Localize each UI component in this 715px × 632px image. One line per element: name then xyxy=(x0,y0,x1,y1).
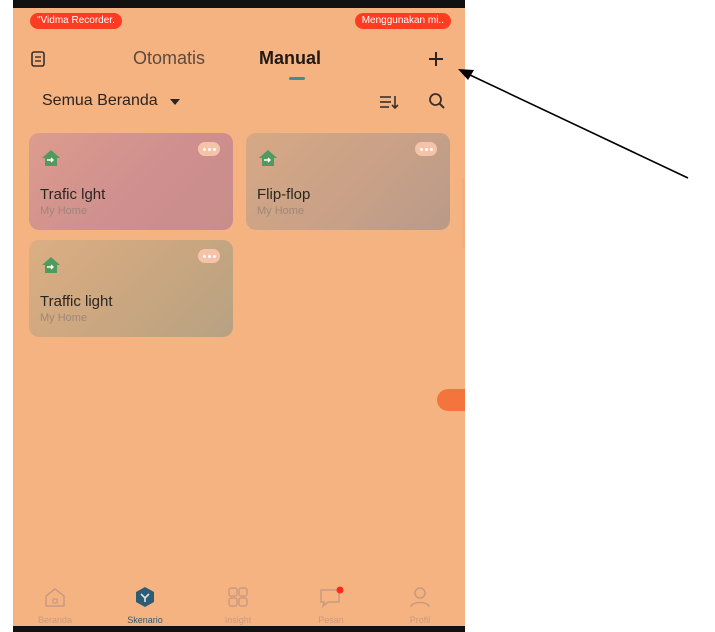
scene-card[interactable]: Trafic lght My Home xyxy=(29,133,233,230)
recording-indicator[interactable]: "Vidma Recorder. xyxy=(30,13,122,29)
more-options-icon[interactable] xyxy=(415,142,437,156)
scene-title: Traffic light xyxy=(40,293,113,310)
tab-otomatis[interactable]: Otomatis xyxy=(133,48,205,69)
home-filter-dropdown[interactable]: Semua Beranda xyxy=(42,92,181,110)
floating-recorder-button[interactable] xyxy=(437,389,465,411)
active-tab-indicator xyxy=(289,77,305,80)
nav-item-skenario[interactable]: Skenario xyxy=(110,586,180,625)
scene-card[interactable]: Flip-flop My Home xyxy=(246,133,450,230)
home-icon xyxy=(45,588,65,607)
profile-icon xyxy=(410,587,430,608)
nav-label: Skenario xyxy=(127,615,163,625)
scene-location: My Home xyxy=(40,312,88,324)
tab-manual[interactable]: Manual xyxy=(259,48,321,69)
home-scene-icon xyxy=(257,149,279,167)
nav-label: Profil xyxy=(409,615,431,625)
grid-icon xyxy=(228,587,248,607)
bottom-bezel xyxy=(13,626,465,632)
nav-label: Pesan xyxy=(318,615,344,625)
search-icon[interactable] xyxy=(428,92,446,110)
scene-title: Flip-flop xyxy=(257,186,311,203)
scene-location: My Home xyxy=(257,205,305,217)
scene-location: My Home xyxy=(40,205,88,217)
home-scene-icon xyxy=(40,149,62,167)
nav-item-insight[interactable]: Insight xyxy=(203,586,273,625)
nav-item-pesan[interactable]: Pesan xyxy=(296,586,366,625)
more-options-icon[interactable] xyxy=(198,142,220,156)
mic-indicator[interactable]: Menggunakan mi.. xyxy=(354,13,451,29)
nav-item-beranda[interactable]: Beranda xyxy=(20,586,90,625)
top-bezel xyxy=(13,0,465,8)
scene-tabs: Otomatis Manual xyxy=(13,48,465,78)
nav-label: Insight xyxy=(224,615,252,625)
more-options-icon[interactable] xyxy=(198,249,220,263)
phone-screen: "Vidma Recorder. Menggunakan mi.. Otomat… xyxy=(13,0,465,632)
caret-down-icon xyxy=(170,92,181,110)
edge-handle xyxy=(462,178,465,248)
nav-item-profil[interactable]: Profil xyxy=(385,586,455,625)
message-icon xyxy=(320,586,344,608)
sort-icon[interactable] xyxy=(379,94,399,110)
scenario-icon xyxy=(136,587,154,607)
home-scene-icon xyxy=(40,256,62,274)
plus-icon[interactable] xyxy=(427,50,445,68)
scene-card[interactable]: Traffic light My Home xyxy=(29,240,233,337)
nav-label: Beranda xyxy=(37,615,73,625)
bottom-navigation: Beranda Skenario Insight Pesan Profil xyxy=(13,586,465,626)
filter-label: Semua Beranda xyxy=(42,92,158,110)
scene-title: Trafic lght xyxy=(40,186,106,203)
